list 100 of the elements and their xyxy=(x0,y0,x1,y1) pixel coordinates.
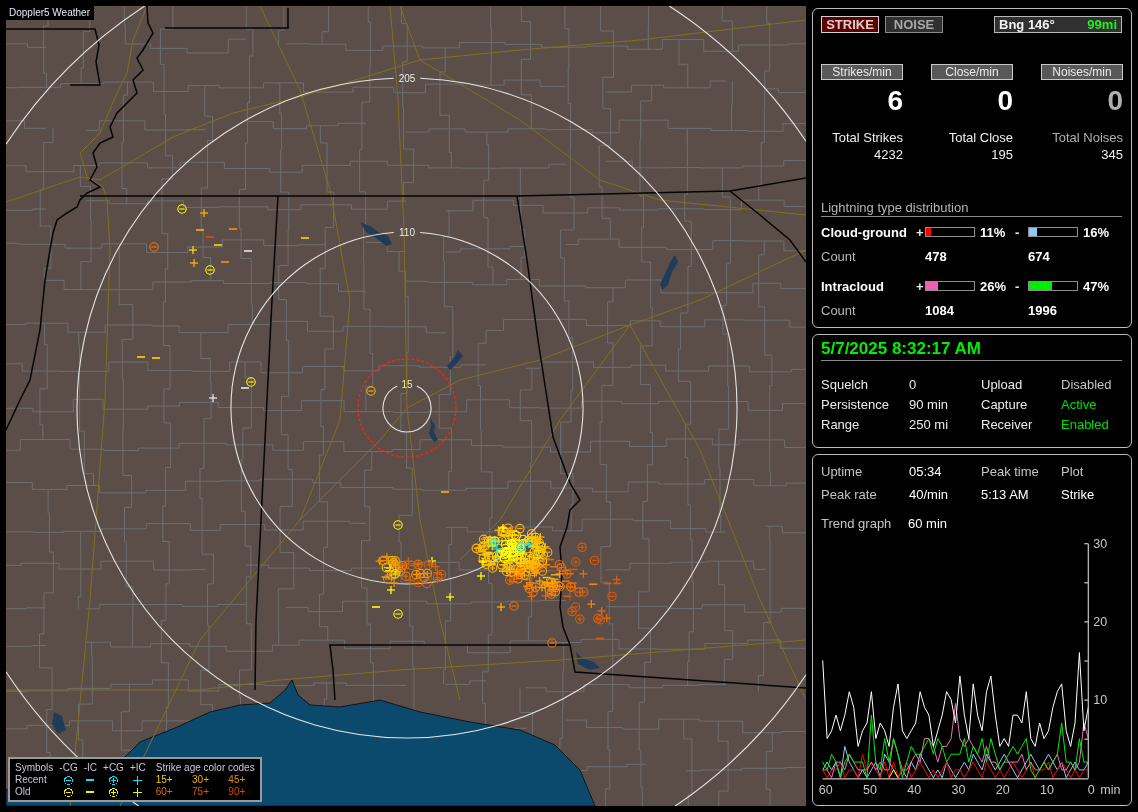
rate-header: Close/min xyxy=(931,64,1013,80)
age-color-code: 90+ xyxy=(228,786,246,798)
strike-marker xyxy=(205,236,215,238)
strike-marker xyxy=(393,609,403,619)
strike-marker xyxy=(199,208,209,218)
strike-marker xyxy=(228,228,238,230)
sign-text: - xyxy=(1015,278,1020,294)
total-value: 345 xyxy=(1101,146,1123,164)
status-value: Disabled xyxy=(1061,376,1112,394)
sign-text: + xyxy=(916,224,924,240)
rate-value: 0 xyxy=(997,84,1013,118)
total-label: Total Noises xyxy=(1052,130,1123,146)
setting-value: 0 xyxy=(909,376,917,394)
status-label: Capture xyxy=(981,396,1028,414)
legend-heading: -CG xyxy=(59,762,78,774)
total-value: 4232 xyxy=(874,146,903,164)
legend-row-label: Recent xyxy=(15,774,47,786)
stat-value: 40/min xyxy=(909,486,949,504)
axis-label: 0 xyxy=(1087,783,1095,797)
strike-marker xyxy=(476,571,486,581)
legend-row-label: Old xyxy=(15,786,31,798)
age-color-code: 30+ xyxy=(192,774,209,786)
stat-label: Plot xyxy=(1061,463,1084,481)
range-label: 15 xyxy=(401,378,413,390)
rate-value: 0 xyxy=(1107,84,1123,118)
axis-label: 10 xyxy=(1040,783,1054,797)
age-color-code: 15+ xyxy=(155,774,173,786)
setting-label: Squelch xyxy=(821,376,868,394)
count-value: 478 xyxy=(925,248,947,264)
graph-label: Trend graph xyxy=(821,515,893,533)
mode-button[interactable]: NOISE xyxy=(885,16,943,33)
strike-marker xyxy=(243,250,253,252)
strike-marker xyxy=(445,592,455,602)
setting-value: 90 min xyxy=(909,396,949,414)
strike-marker xyxy=(440,491,450,493)
strike-marker xyxy=(195,229,205,231)
type-label: Intracloud xyxy=(821,278,884,294)
status-label: Receiver xyxy=(981,416,1033,434)
graph-span: 60 min xyxy=(908,515,948,533)
total-value: 195 xyxy=(991,146,1013,164)
range-label: 110 xyxy=(399,226,415,238)
count-value: 1996 xyxy=(1028,302,1057,318)
stat-value: 05:34 xyxy=(909,463,942,481)
total-label: Total Close xyxy=(948,130,1013,146)
legend-heading: Strike age color codes xyxy=(155,762,255,774)
count-value: 674 xyxy=(1028,248,1050,264)
range-label: 205 xyxy=(398,72,416,84)
strike-marker xyxy=(136,356,146,358)
strike-marker xyxy=(366,386,376,396)
status-label: Upload xyxy=(981,376,1023,394)
date-time: 5/7/2025 8:32:17 AM xyxy=(821,339,982,359)
strike-marker xyxy=(177,204,187,214)
age-color-code: 75+ xyxy=(192,786,209,798)
strike-marker xyxy=(208,393,218,403)
strike-marker xyxy=(213,244,223,246)
axis-label: 10 xyxy=(1093,693,1108,708)
strike-marker xyxy=(188,245,198,255)
axis-label: 30 xyxy=(1093,536,1108,551)
strike-marker xyxy=(509,601,519,611)
axis-label: 40 xyxy=(907,783,922,797)
count-label: Count xyxy=(821,302,856,318)
strike-marker xyxy=(205,265,215,275)
stat-label: Peak rate xyxy=(821,486,877,504)
stat-label: Peak time xyxy=(981,463,1039,481)
axis-label: 60 xyxy=(818,783,833,797)
mode-button[interactable]: STRIKE xyxy=(821,16,879,33)
age-color-code: 45+ xyxy=(228,774,246,786)
count-value: 1084 xyxy=(925,302,954,318)
axis-label: 20 xyxy=(995,783,1010,797)
strike-marker xyxy=(386,585,396,595)
distance-text: 99mi xyxy=(1087,17,1117,32)
strike-marker xyxy=(496,602,506,612)
count-label: Count xyxy=(821,248,856,264)
percent-text: 16% xyxy=(1083,224,1110,240)
sign-text: + xyxy=(916,278,924,294)
rate-header: Noises/min xyxy=(1041,64,1123,80)
sign-text: - xyxy=(1015,224,1020,240)
status-value: Enabled xyxy=(1061,416,1109,434)
legend-heading: Symbols xyxy=(15,762,54,774)
total-label: Total Strikes xyxy=(832,130,903,146)
setting-value: 250 mi xyxy=(909,416,949,434)
strike-marker xyxy=(371,606,381,608)
axis-label: 20 xyxy=(1093,614,1108,629)
section-title: Lightning type distribution xyxy=(821,200,969,215)
setting-label: Range xyxy=(821,416,860,434)
axis-label: 30 xyxy=(951,783,966,797)
strike-marker xyxy=(427,556,437,566)
strike-marker xyxy=(300,237,310,239)
rate-header: Strikes/min xyxy=(821,64,903,80)
stat-label: Uptime xyxy=(821,463,863,481)
strike-marker xyxy=(189,258,199,268)
strike-marker xyxy=(149,242,159,252)
bearing-text: Bng 146° xyxy=(999,17,1055,32)
legend-heading: -IC xyxy=(83,762,98,774)
setting-label: Persistence xyxy=(821,396,889,414)
percent-text: 47% xyxy=(1083,278,1110,294)
percent-text: 26% xyxy=(980,278,1007,294)
strike-marker xyxy=(547,638,557,648)
status-value: Active xyxy=(1061,396,1097,414)
strike-marker xyxy=(151,357,161,359)
